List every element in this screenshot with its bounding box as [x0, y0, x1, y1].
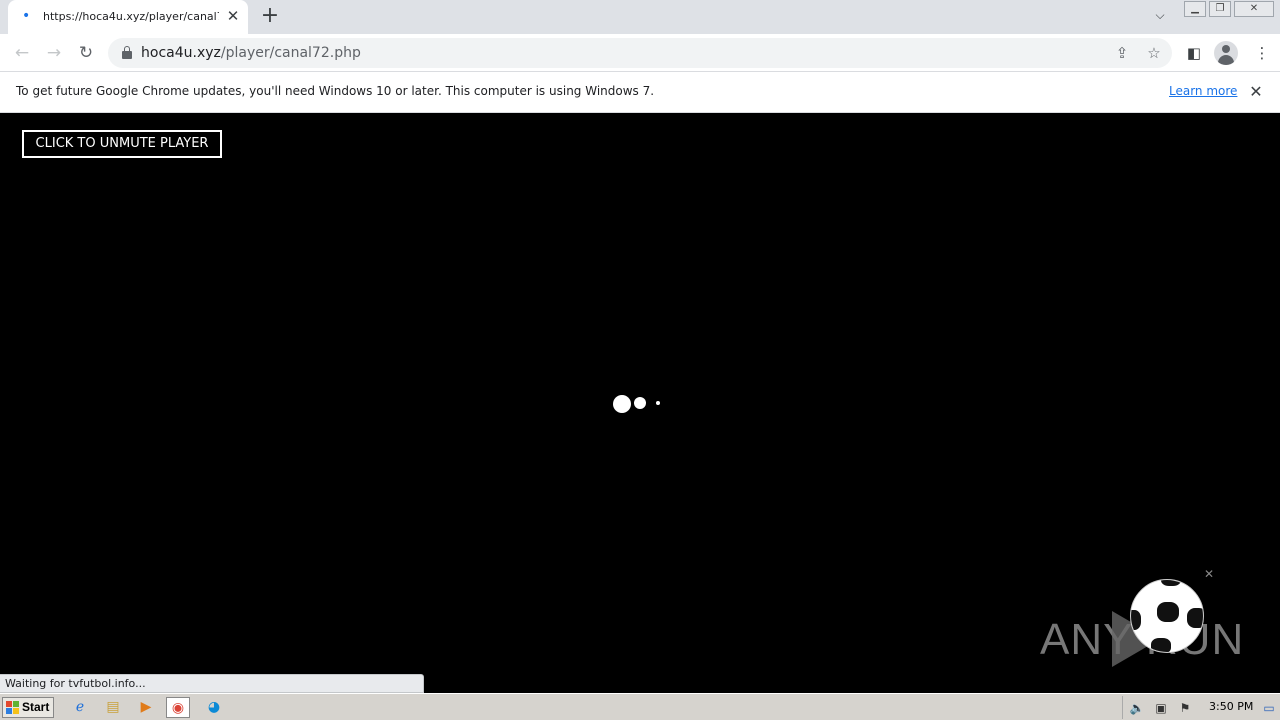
soccer-ball-icon — [1130, 579, 1204, 653]
menu-kebab-icon[interactable]: ⋮ — [1251, 42, 1273, 64]
minimize-button[interactable]: ▁ — [1184, 1, 1206, 17]
chrome-icon[interactable]: ◉ — [166, 697, 190, 718]
tab-search-chevron-icon[interactable]: ⌵ — [1150, 8, 1170, 26]
reload-icon[interactable]: ↻ — [75, 42, 97, 64]
url-host: hoca4u.xyz — [141, 45, 221, 61]
side-panel-icon[interactable]: ◧ — [1183, 42, 1205, 64]
window-close-button[interactable]: ✕ — [1234, 1, 1274, 17]
internet-explorer-icon[interactable]: ℯ — [68, 697, 92, 718]
share-icon[interactable]: ⇪ — [1112, 43, 1132, 63]
system-tray: 🔈 ▣ ⚑ 3:50 PM ▭ — [1122, 696, 1280, 719]
new-tab-button[interactable]: + — [259, 5, 281, 28]
unmute-button[interactable]: CLICK TO UNMUTE PLAYER — [22, 130, 222, 158]
learn-more-link[interactable]: Learn more — [1169, 84, 1237, 98]
show-desktop-icon[interactable]: ▭ — [1261, 700, 1277, 716]
profile-avatar[interactable] — [1214, 41, 1238, 65]
edge-icon[interactable]: ◕ — [202, 697, 226, 718]
forward-arrow-icon[interactable]: → — [43, 42, 65, 64]
network-icon[interactable]: ▣ — [1153, 700, 1169, 716]
infobar-close-icon[interactable]: ✕ — [1246, 82, 1266, 102]
url-text[interactable]: hoca4u.xyz/player/canal72.php — [141, 45, 361, 61]
start-label: Start — [22, 700, 50, 714]
windows-logo-icon — [6, 701, 19, 714]
browser-toolbar: ← → ↻ hoca4u.xyz/player/canal72.php ⇪ ☆ … — [0, 34, 1280, 72]
media-player-icon[interactable]: ▶ — [134, 697, 158, 718]
action-center-flag-icon[interactable]: ⚑ — [1177, 700, 1193, 716]
start-button[interactable]: Start — [2, 697, 54, 718]
back-arrow-icon[interactable]: ← — [11, 42, 33, 64]
watermark-close-icon[interactable]: ✕ — [1204, 567, 1214, 581]
lock-icon[interactable] — [122, 46, 132, 59]
browser-tab[interactable]: • https://hoca4u.xyz/player/canal72.php … — [8, 0, 248, 34]
loading-favicon-icon: • — [22, 8, 31, 24]
bookmark-star-icon[interactable]: ☆ — [1144, 43, 1164, 63]
file-explorer-icon[interactable]: ▤ — [101, 697, 125, 718]
address-bar[interactable]: hoca4u.xyz/player/canal72.php ⇪ ☆ — [108, 38, 1172, 68]
windows-taskbar: Start ℯ ▤ ▶ ◉ ◕ 🔈 ▣ ⚑ 3:50 PM ▭ — [0, 693, 1280, 720]
tab-close-icon[interactable]: ✕ — [224, 7, 242, 25]
volume-icon[interactable]: 🔈 — [1129, 700, 1145, 716]
status-bubble: Waiting for tvfutbol.info... — [0, 674, 424, 693]
clock[interactable]: 3:50 PM — [1209, 700, 1253, 713]
tab-strip: • https://hoca4u.xyz/player/canal72.php … — [0, 0, 1280, 34]
anyrun-watermark: ANY RUN — [1036, 573, 1243, 673]
spinner-dot — [613, 395, 631, 413]
infobar-message: To get future Google Chrome updates, you… — [16, 84, 655, 98]
video-player[interactable]: CLICK TO UNMUTE PLAYER ANY RUN ✕ — [0, 113, 1280, 693]
tab-title: https://hoca4u.xyz/player/canal72.php — [43, 10, 219, 23]
url-path: /player/canal72.php — [220, 45, 361, 61]
spinner-dot — [656, 401, 660, 405]
update-infobar: To get future Google Chrome updates, you… — [0, 72, 1280, 113]
spinner-dot — [634, 397, 646, 409]
restore-button[interactable]: ❐ — [1209, 1, 1231, 17]
